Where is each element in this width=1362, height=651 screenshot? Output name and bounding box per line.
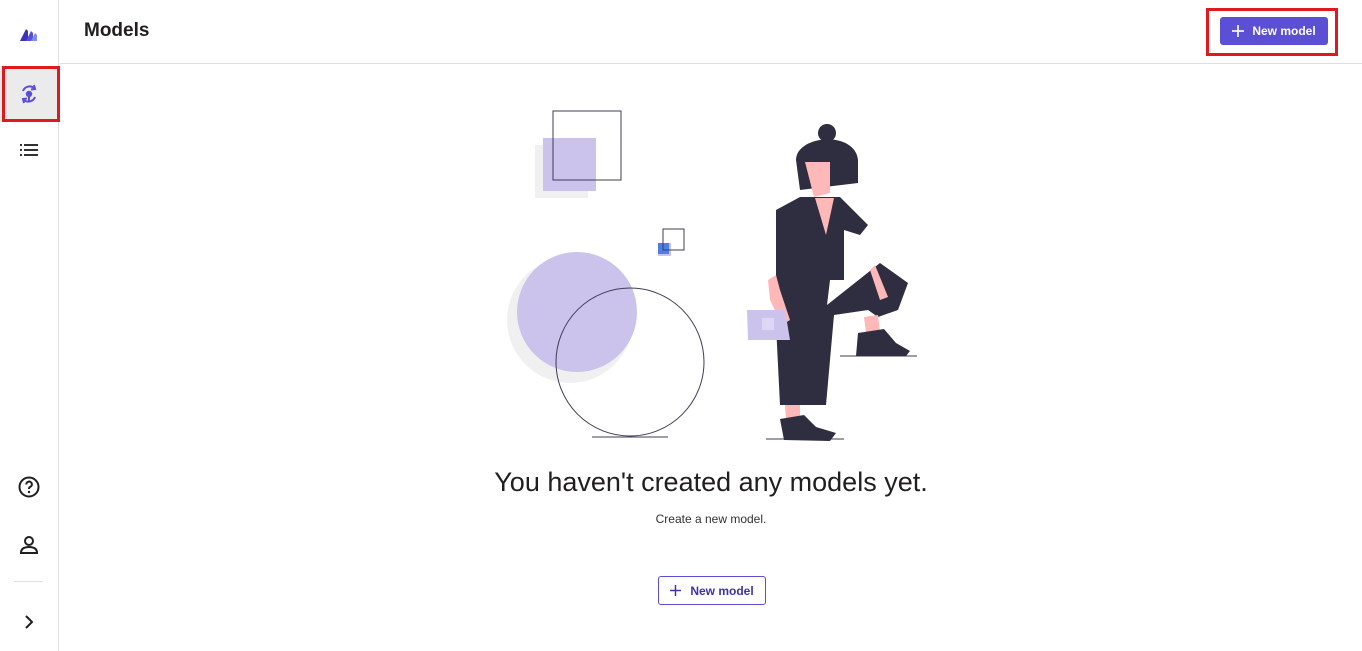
empty-state-new-model-button[interactable]: New model <box>658 576 766 605</box>
sidebar-item-models[interactable] <box>0 66 58 122</box>
chevron-right-icon <box>25 615 34 629</box>
sidebar-item-list[interactable] <box>0 124 58 176</box>
account-button[interactable] <box>0 519 58 571</box>
list-icon <box>20 144 38 156</box>
empty-state-subtitle: Create a new model. <box>655 512 767 526</box>
sidebar-divider <box>14 581 43 582</box>
sidebar <box>0 0 59 651</box>
help-icon <box>18 476 40 498</box>
empty-state-illustration <box>507 110 917 441</box>
models-icon <box>21 84 37 104</box>
new-model-button[interactable]: New model <box>1220 17 1328 45</box>
page-header: Models New model <box>60 0 1362 64</box>
plus-icon <box>670 585 682 596</box>
app-logo-icon <box>20 29 37 41</box>
empty-state-new-model-label: New model <box>690 583 754 598</box>
expand-sidebar-button[interactable] <box>0 596 58 648</box>
page-title: Models <box>84 20 150 41</box>
plus-icon <box>1232 25 1245 37</box>
empty-state-title: You haven't created any models yet. <box>494 467 928 497</box>
help-button[interactable] <box>0 461 58 513</box>
user-icon <box>19 536 39 554</box>
new-model-button-label: New model <box>1252 24 1316 38</box>
app-logo[interactable] <box>0 8 58 60</box>
